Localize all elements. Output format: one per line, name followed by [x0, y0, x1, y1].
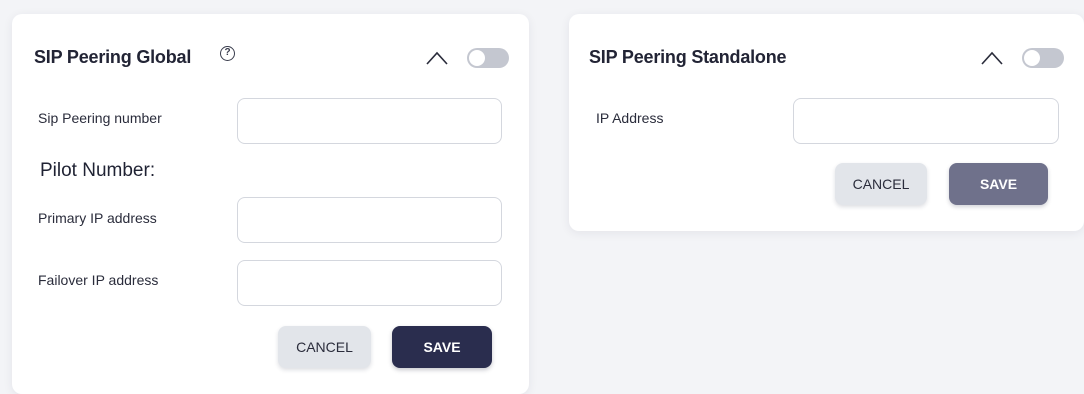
cancel-button[interactable]: CANCEL	[278, 326, 371, 368]
save-button[interactable]: SAVE	[392, 326, 492, 368]
help-circle-icon[interactable]: ?	[220, 46, 235, 61]
sip-peering-number-input[interactable]	[237, 98, 502, 144]
failover-ip-label: Failover IP address	[38, 272, 159, 288]
enable-toggle[interactable]	[1022, 48, 1064, 68]
ip-address-input[interactable]	[793, 98, 1059, 144]
primary-ip-input[interactable]	[237, 197, 502, 243]
save-button[interactable]: SAVE	[949, 163, 1048, 205]
sip-peering-number-label: Sip Peering number	[38, 110, 162, 126]
cancel-button[interactable]: CANCEL	[835, 163, 927, 205]
card-title: SIP Peering Standalone	[589, 47, 787, 67]
toggle-knob	[469, 50, 485, 66]
sip-peering-standalone-card: SIP Peering Standalone IP Address CANCEL…	[569, 14, 1084, 231]
card-title: SIP Peering Global	[34, 47, 192, 67]
chevron-up-icon[interactable]	[426, 51, 448, 65]
chevron-up-icon[interactable]	[981, 51, 1003, 65]
primary-ip-label: Primary IP address	[38, 210, 157, 226]
toggle-knob	[1024, 50, 1040, 66]
failover-ip-input[interactable]	[237, 260, 502, 306]
pilot-number-heading: Pilot Number:	[40, 160, 156, 181]
sip-peering-global-card: SIP Peering Global ? Sip Peering number …	[12, 14, 529, 394]
ip-address-label: IP Address	[596, 110, 664, 126]
enable-toggle[interactable]	[467, 48, 509, 68]
